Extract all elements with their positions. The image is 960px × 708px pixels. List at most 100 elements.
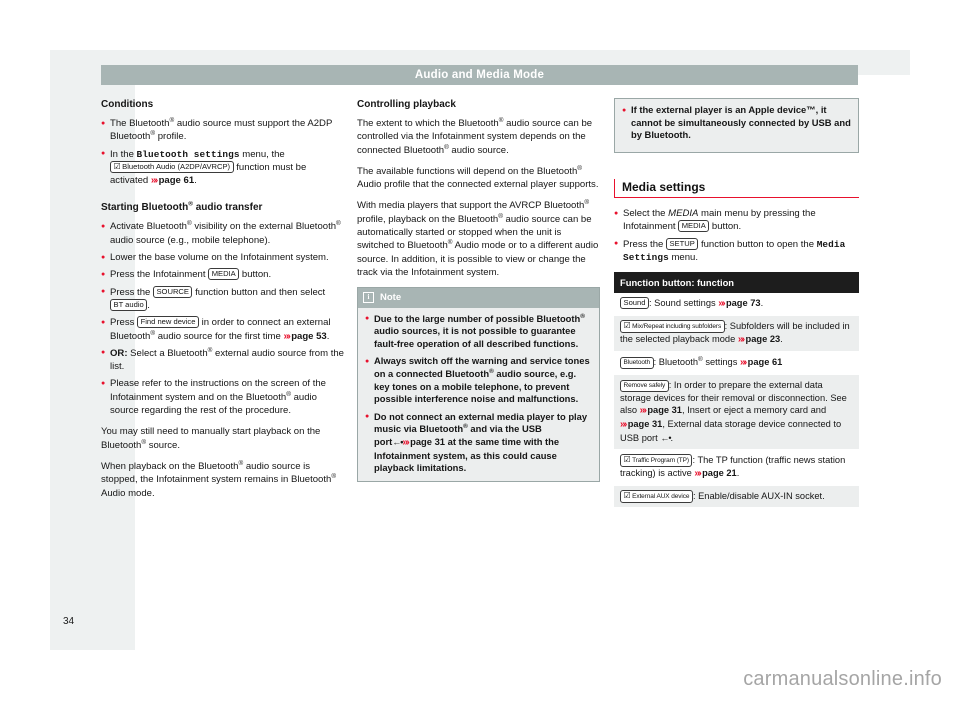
key-media[interactable]: MEDIA [678, 220, 710, 233]
heading-starting-bt-audio-transfer: Starting Bluetooth® audio transfer [101, 201, 344, 214]
text-run: button. [709, 221, 742, 233]
chevron-right-icon: »› [739, 356, 747, 368]
table-row: Remove safely: In order to prepare the e… [614, 374, 859, 450]
note-box-body: Due to the large number of possible Blue… [358, 308, 599, 481]
text-run: Press the [623, 238, 666, 250]
usb-port-icon: ←• [392, 436, 403, 447]
text-run: Starting Bluetooth [101, 202, 189, 214]
column-three: If the external player is an Apple devic… [614, 98, 859, 509]
list-item: Press the Infotainment MEDIA button. [101, 268, 344, 282]
chevron-right-icon: »› [737, 333, 745, 345]
text-run: audio source (e.g., mobile telephone). [110, 234, 271, 246]
key-find-new-device[interactable]: Find new device [137, 316, 199, 329]
text-run: . [326, 330, 330, 342]
text-run: audio transfer [192, 202, 263, 214]
apple-device-note: If the external player is an Apple devic… [614, 98, 859, 153]
page-reference[interactable]: »› page 21 [694, 467, 736, 479]
key-media[interactable]: MEDIA [208, 268, 240, 281]
chevron-right-icon: »› [620, 419, 627, 431]
list-item: Lower the base volume on the Infotainmen… [101, 251, 344, 265]
watermark: carmanualsonline.info [743, 668, 942, 690]
text-run: Audio mode. [101, 487, 155, 499]
list-item: Press the SOURCE function button and the… [101, 285, 344, 313]
text-run: profile. [155, 131, 187, 143]
key-external-aux-device[interactable]: External AUX device [620, 489, 693, 503]
note-box: i Note Due to the large number of possib… [357, 287, 600, 482]
key-traffic-program-tp[interactable]: Traffic Program (TP) [620, 453, 693, 467]
registered-icon: ® [577, 164, 582, 172]
text-run: Select the [623, 208, 669, 220]
text-run: . [760, 297, 764, 308]
text-run: Select a Bluetooth [127, 347, 208, 359]
text-run: The available functions will depend on t… [357, 165, 578, 177]
table-row: Traffic Program (TP): The TP function (t… [614, 449, 859, 486]
text-run: Press the [110, 286, 153, 298]
page-reference[interactable]: »› page 61 [739, 356, 782, 368]
text-run: : Sound settings [648, 297, 719, 308]
list-item: Please refer to the instructions on the … [101, 377, 344, 417]
chevron-right-icon: »› [718, 297, 725, 309]
list-item: Always switch off the warning and servic… [365, 355, 592, 405]
registered-icon: ® [584, 199, 590, 207]
page-reference[interactable]: »› page 73 [718, 297, 760, 309]
key-mix-repeat-including-subfolders[interactable]: Mix/Repeat including subfolders [620, 319, 725, 333]
list-item: Press Find new device in order to connec… [101, 316, 344, 343]
running-head-title: Audio and Media Mode [414, 69, 545, 81]
page-number: 34 [63, 616, 75, 627]
key-bluetooth-audio-a2dp-avrcp[interactable]: Bluetooth Audio (A2DP/AVRCP) [110, 160, 234, 173]
note-box-title: Note [380, 292, 402, 304]
chevron-right-icon: »› [694, 467, 701, 479]
list-item: If the external player is an Apple devic… [622, 104, 851, 142]
note-box-header: i Note [358, 288, 599, 308]
text-run: You may still need to manually start pla… [101, 426, 321, 451]
column-two: Controlling playback The extent to which… [357, 98, 600, 482]
paragraph: With media players that support the AVRC… [357, 199, 600, 279]
text-run: audio sources, it is not possible to gua… [374, 325, 579, 349]
list-item: OR: Select a Bluetooth® external audio s… [101, 346, 344, 374]
text-run: audio source for the first time [155, 330, 284, 342]
list-item: Activate Bluetooth ® visibility on the ex… [101, 220, 344, 247]
text-run: menu. [668, 251, 698, 263]
key-source[interactable]: SOURCE [152, 285, 193, 298]
list-item: Due to the large number of possible Blue… [365, 312, 592, 351]
table-row: Bluetooth: Bluetooth® settings »› page 61 [614, 351, 859, 375]
text-run: When playback on the Bluetooth [101, 460, 239, 472]
key-bluetooth[interactable]: Bluetooth [620, 356, 654, 369]
page-reference[interactable]: »› page 53 [283, 331, 326, 342]
text-run: profile, playback on the Bluetooth [357, 213, 499, 225]
text-run: : Enable/disable AUX-IN socket. [692, 490, 825, 501]
text-run: settings [702, 356, 740, 367]
key-bt-audio[interactable]: BT audio [110, 298, 148, 311]
text-run: . [780, 333, 783, 344]
text-run: Due to the large number of possible Blue… [374, 312, 581, 324]
text-run: Audio profile that the connected externa… [357, 179, 599, 191]
list-item: In the Bluetooth settings menu, the Blue… [101, 147, 344, 188]
key-sound[interactable]: Sound [620, 296, 649, 309]
heading-controlling-playback: Controlling playback [357, 99, 456, 110]
text-run: function button to open the [698, 238, 817, 250]
text-run: . [736, 467, 740, 478]
text-run: function button and then select [192, 286, 326, 298]
text-run: , Insert or eject a memory card and [681, 405, 827, 416]
emphasis-or: OR: [110, 347, 128, 359]
text-run: source. [146, 439, 181, 451]
text-run: In the [110, 148, 137, 160]
page-reference[interactable]: »› page 31 [640, 405, 682, 416]
text-run: Press [110, 317, 138, 329]
page-reference[interactable]: »› page 61 [151, 175, 194, 186]
paragraph: The available functions will depend on t… [357, 165, 600, 192]
key-setup[interactable]: SETUP [665, 237, 699, 250]
paragraph: The extent to which the Bluetooth® audio… [357, 117, 600, 157]
table-row: External AUX device: Enable/disable AUX-… [614, 485, 859, 509]
text-run: The Bluetooth [110, 118, 170, 129]
list-item: Press the SETUP function button to open … [614, 237, 859, 265]
key-remove-safely[interactable]: Remove safely [620, 379, 669, 392]
page-reference[interactable]: »› page 31 [402, 436, 445, 448]
column-one: Conditions The Bluetooth® audio source m… [101, 98, 344, 500]
registered-icon: ® [580, 312, 585, 320]
text-run: . [194, 175, 197, 187]
page-reference[interactable]: »› page 23 [737, 333, 780, 345]
page-reference[interactable]: »› page 31 [620, 419, 662, 431]
function-table-header: Function button: function [614, 272, 859, 293]
text-run: Press the Infotainment [110, 269, 209, 281]
